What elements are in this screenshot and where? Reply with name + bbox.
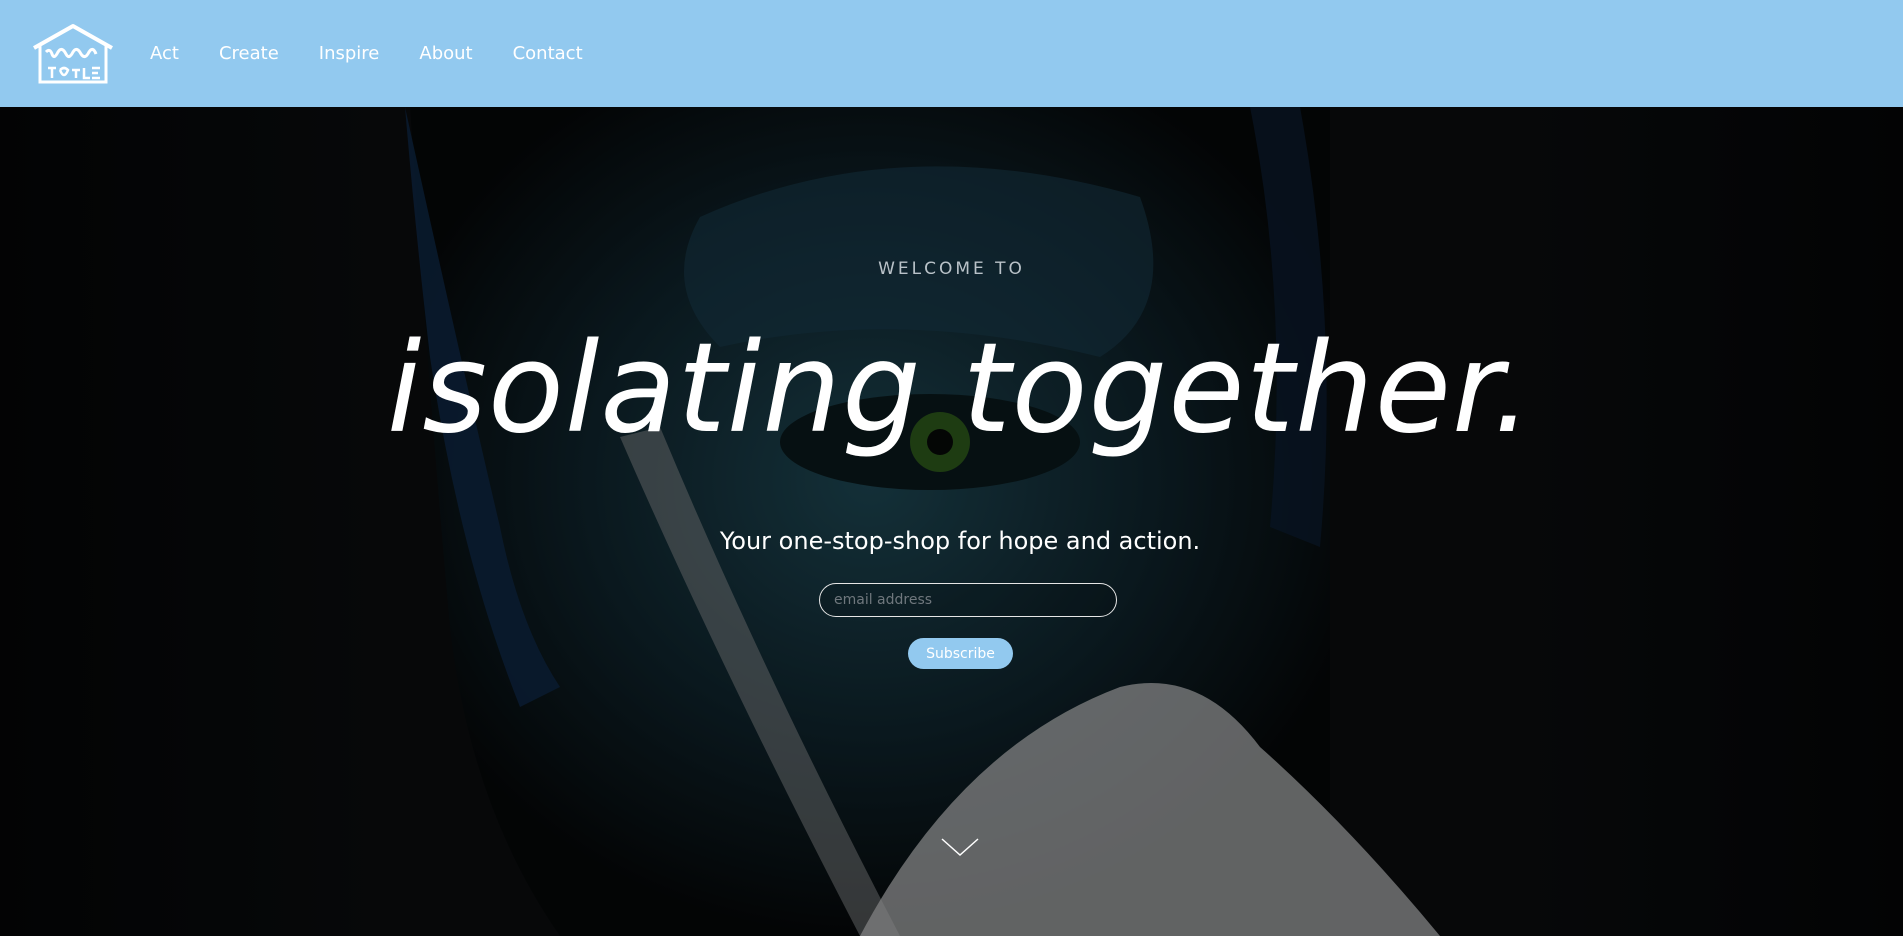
logo-house-icon	[33, 24, 113, 84]
email-field[interactable]	[819, 583, 1117, 617]
site-logo[interactable]	[30, 22, 116, 86]
chevron-down-icon[interactable]	[940, 837, 980, 857]
nav-item-inspire[interactable]: Inspire	[319, 43, 380, 64]
welcome-label: WELCOME TO	[878, 259, 1025, 279]
hero-content: WELCOME TO isolating together. Your one-…	[0, 107, 1903, 936]
main-nav: Act Create Inspire About Contact	[150, 0, 623, 107]
nav-item-contact[interactable]: Contact	[513, 43, 583, 64]
hero-tagline: Your one-stop-shop for hope and action.	[719, 527, 1201, 555]
site-header: Act Create Inspire About Contact	[0, 0, 1903, 107]
nav-item-create[interactable]: Create	[219, 43, 279, 64]
hero-section: WELCOME TO isolating together. Your one-…	[0, 107, 1903, 936]
nav-item-about[interactable]: About	[419, 43, 472, 64]
hero-headline: isolating together.	[386, 317, 1534, 461]
subscribe-button[interactable]: Subscribe	[908, 638, 1013, 669]
nav-item-act[interactable]: Act	[150, 43, 179, 64]
